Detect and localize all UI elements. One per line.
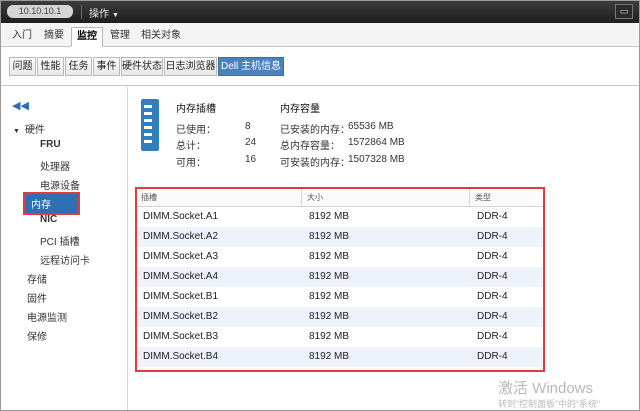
tab-manage[interactable]: 管理 [105,27,135,47]
collapse-sidebar-icon[interactable]: ◀◀ [12,99,29,112]
chevron-down-icon: ▼ [112,12,119,19]
slots-total-label: 总计： [176,141,206,152]
slots-used-label: 已使用： [176,125,216,136]
main-content: 内存插槽 已使用： 8 总计： 24 可用： 16 内存容量 已安装的内存： 6… [129,87,639,410]
expand-triangle-icon: ▼ [13,128,20,135]
cell-size: 8192 MB [309,211,350,222]
column-header-size[interactable]: 大小 [307,192,323,203]
table-row[interactable]: DIMM.Socket.A3 8192 MB DDR-4 [137,247,543,267]
cell-slot: DIMM.Socket.B1 [143,291,219,302]
column-divider[interactable] [301,189,302,207]
slots-used-value: 8 [245,121,251,132]
tab-summary[interactable]: 摘要 [39,27,69,47]
sidebar-item-firmware[interactable]: 固件 [27,290,47,305]
main-tabs: 入门 摘要 监控 管理 相关对象 [1,23,639,47]
cell-type: DDR-4 [477,351,508,362]
tab-getting-started[interactable]: 入门 [7,27,37,47]
activation-watermark-title: 激活 Windows [498,380,594,397]
sidebar-item-fru[interactable]: FRU [40,139,61,150]
sidebar-item-pci-slot[interactable]: PCI 插槽 [40,233,79,248]
actions-menu-label: 操作 [89,9,109,20]
slots-available-value: 16 [245,154,257,165]
cell-size: 8192 MB [309,331,350,342]
cell-size: 8192 MB [309,291,350,302]
cell-slot: DIMM.Socket.A2 [143,231,219,242]
table-row[interactable]: DIMM.Socket.B1 8192 MB DDR-4 [137,287,543,307]
cell-slot: DIMM.Socket.A1 [143,211,219,222]
table-row[interactable]: DIMM.Socket.A2 8192 MB DDR-4 [137,227,543,247]
cell-type: DDR-4 [477,231,508,242]
slots-available-label: 可用： [176,158,206,169]
tab-monitor[interactable]: 监控 [71,27,103,47]
cell-type: DDR-4 [477,251,508,262]
sidebar-item-power-monitoring[interactable]: 电源监测 [27,309,67,324]
memory-capacity-title: 内存容量 [280,104,320,115]
activation-watermark-hint: 转到“控制面板”中的“系统” [498,399,600,409]
cell-size: 8192 MB [309,351,350,362]
cell-slot: DIMM.Socket.A3 [143,251,219,262]
tree-node-hardware[interactable]: ▼ 硬件 [13,121,45,136]
installable-memory-value: 1507328 MB [348,154,405,165]
host-name[interactable]: 10.10.10.1 [7,5,73,18]
maximize-button[interactable]: ▭ [615,4,633,19]
sidebar-item-remote-access-card[interactable]: 远程访问卡 [40,252,90,267]
tab-related-objects[interactable]: 相关对象 [137,27,185,47]
subtab-issues[interactable]: 问题 [9,57,36,76]
title-bar: 10.10.10.1 操作 ▼ ▭ [1,1,639,23]
title-separator [81,5,82,19]
total-capacity-label: 总内存容量： [280,141,340,152]
sidebar-item-power-supply[interactable]: 电源设备 [40,177,80,192]
memory-table: 插槽 大小 类型 DIMM.Socket.A1 8192 MB DDR-4 DI… [135,187,545,372]
actions-menu[interactable]: 操作 ▼ [89,5,119,20]
cell-type: DDR-4 [477,311,508,322]
slots-total-value: 24 [245,137,257,148]
subtab-dell-host-info[interactable]: Dell 主机信息 [218,57,284,76]
cell-type: DDR-4 [477,271,508,282]
cell-type: DDR-4 [477,331,508,342]
subtab-events[interactable]: 事件 [93,57,120,76]
cell-size: 8192 MB [309,231,350,242]
table-header: 插槽 大小 类型 [137,189,543,207]
sidebar: ◀◀ ▼ 硬件 FRU 处理器 电源设备 内存 NIC PCI 插槽 远程访问卡 … [1,87,128,410]
cell-size: 8192 MB [309,311,350,322]
cell-type: DDR-4 [477,291,508,302]
cell-slot: DIMM.Socket.B2 [143,311,219,322]
subtab-tasks[interactable]: 任务 [65,57,92,76]
installed-memory-value: 65536 MB [348,121,394,132]
sidebar-item-processor[interactable]: 处理器 [40,158,70,173]
cell-size: 8192 MB [309,251,350,262]
column-divider[interactable] [469,189,470,207]
column-header-slot[interactable]: 插槽 [141,192,157,203]
installed-memory-label: 已安装的内存： [280,125,350,136]
installable-memory-label: 可安装的内存： [280,158,350,169]
sidebar-item-nic[interactable]: NIC [40,214,57,225]
app-window: 10.10.10.1 操作 ▼ ▭ 入门 摘要 监控 管理 相关对象 问题 性能 … [0,0,640,411]
cell-size: 8192 MB [309,271,350,282]
column-header-type[interactable]: 类型 [475,192,491,203]
sub-tabs: 问题 性能 任务 事件 硬件状态 日志浏览器 Dell 主机信息 [1,48,639,86]
table-row[interactable]: DIMM.Socket.B2 8192 MB DDR-4 [137,307,543,327]
sidebar-item-storage[interactable]: 存储 [27,271,47,286]
total-capacity-value: 1572864 MB [348,137,405,148]
table-row[interactable]: DIMM.Socket.A1 8192 MB DDR-4 [137,207,543,227]
subtab-performance[interactable]: 性能 [37,57,64,76]
sidebar-item-memory[interactable]: 内存 [23,192,80,215]
sidebar-item-warranty[interactable]: 保修 [27,328,47,343]
cell-slot: DIMM.Socket.A4 [143,271,219,282]
subtab-log-browser[interactable]: 日志浏览器 [164,57,217,76]
cell-slot: DIMM.Socket.B4 [143,351,219,362]
cell-slot: DIMM.Socket.B3 [143,331,219,342]
cell-type: DDR-4 [477,211,508,222]
memory-module-icon [141,99,159,151]
subtab-hardware-status[interactable]: 硬件状态 [121,57,163,76]
tree-node-hardware-label: 硬件 [24,125,45,136]
table-row[interactable]: DIMM.Socket.B3 8192 MB DDR-4 [137,327,543,347]
table-row[interactable]: DIMM.Socket.B4 8192 MB DDR-4 [137,347,543,367]
memory-slots-title: 内存插槽 [176,104,216,115]
table-row[interactable]: DIMM.Socket.A4 8192 MB DDR-4 [137,267,543,287]
